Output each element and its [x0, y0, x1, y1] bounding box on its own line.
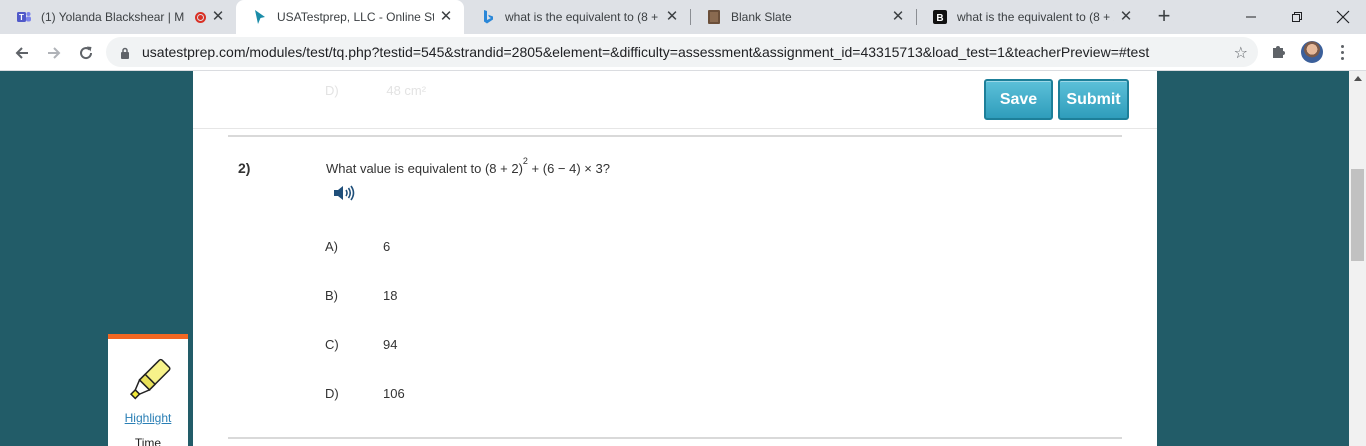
svg-text:B: B	[936, 13, 943, 24]
question-text-part: + (6 − 4) × 3?	[527, 161, 610, 176]
page-viewport: D) 48 cm² Save Submit 2) What value is e…	[0, 71, 1349, 446]
previous-answer-letter: D)	[325, 83, 339, 98]
recording-icon	[195, 11, 206, 23]
tab-teams[interactable]: T (1) Yolanda Blackshear | M ✕	[0, 0, 236, 34]
time-label: Time	[134, 436, 162, 446]
close-tab-icon[interactable]: ✕	[890, 9, 906, 25]
profile-avatar[interactable]	[1301, 41, 1323, 63]
tab-bing-search[interactable]: what is the equivalent to (8 + 2 ✕	[464, 0, 690, 34]
reload-icon[interactable]	[72, 39, 100, 67]
close-tab-icon[interactable]: ✕	[664, 9, 680, 25]
choice-letter: C)	[325, 337, 339, 352]
choice-value: 94	[383, 337, 398, 352]
question-number: 2)	[238, 160, 251, 176]
exponent: 2	[522, 156, 528, 166]
cursor-arrow-icon	[252, 9, 268, 25]
choice-letter: D)	[325, 386, 339, 401]
question-text-part: What value is equivalent to (8 + 2)	[326, 161, 523, 176]
vertical-scrollbar[interactable]	[1349, 71, 1366, 446]
tab-title: (1) Yolanda Blackshear | M	[41, 10, 185, 24]
tab-blank-slate[interactable]: Blank Slate ✕	[690, 0, 916, 34]
tab-title: USATestprep, LLC - Online Stat	[277, 10, 434, 24]
lock-icon[interactable]	[120, 46, 130, 64]
url-text[interactable]: usatestprep.com/modules/test/tq.php?test…	[142, 44, 1149, 60]
divider	[228, 437, 1122, 439]
restore-icon[interactable]	[1274, 0, 1320, 34]
choice-value: 6	[383, 239, 391, 254]
close-tab-icon[interactable]: ✕	[210, 9, 226, 25]
address-bar[interactable]: usatestprep.com/modules/test/tq.php?test…	[106, 37, 1258, 67]
previous-answer-value: 48 cm²	[386, 83, 427, 98]
choice-letter: A)	[325, 239, 338, 254]
scroll-thumb[interactable]	[1351, 169, 1364, 261]
test-content-panel: D) 48 cm² Save Submit 2) What value is e…	[193, 71, 1157, 446]
svg-text:T: T	[19, 13, 24, 22]
tab-brainly[interactable]: B what is the equivalent to (8 + 2 ✕	[916, 0, 1144, 34]
brainly-icon: B	[932, 9, 948, 25]
back-icon[interactable]	[8, 39, 36, 67]
tools-panel: Highlight Time	[108, 334, 188, 446]
close-tab-icon[interactable]: ✕	[1118, 9, 1134, 25]
previous-question-answer: D) 48 cm²	[325, 83, 426, 98]
browser-menu-icon[interactable]	[1334, 40, 1350, 64]
tab-usatestprep[interactable]: USATestprep, LLC - Online Stat ✕	[236, 0, 464, 34]
minimize-icon[interactable]	[1228, 0, 1274, 34]
divider	[228, 135, 1122, 137]
browser-tabstrip: T (1) Yolanda Blackshear | M ✕ USATestpr…	[0, 0, 1366, 34]
tab-title: Blank Slate	[731, 10, 792, 24]
forward-icon[interactable]	[40, 39, 68, 67]
blank-slate-icon	[706, 9, 722, 25]
bookmark-star-icon[interactable]: ☆	[1234, 43, 1248, 63]
save-button[interactable]: Save	[984, 79, 1053, 120]
tab-title: what is the equivalent to (8 + 2	[957, 10, 1114, 24]
speaker-icon[interactable]	[333, 184, 355, 207]
bing-icon	[480, 9, 496, 25]
extensions-puzzle-icon[interactable]	[1270, 42, 1288, 65]
tab-title: what is the equivalent to (8 + 2	[505, 10, 660, 24]
submit-button[interactable]: Submit	[1058, 79, 1129, 120]
question-text: What value is equivalent to (8 + 2)2 + (…	[326, 156, 610, 176]
new-tab-icon[interactable]: +	[1152, 5, 1176, 29]
choice-value: 106	[383, 386, 405, 401]
scroll-up-arrow-icon[interactable]	[1354, 76, 1362, 81]
browser-toolbar: usatestprep.com/modules/test/tq.php?test…	[0, 34, 1366, 71]
highlight-link[interactable]: Highlight	[108, 411, 188, 425]
choice-letter: B)	[325, 288, 338, 303]
teams-icon: T	[16, 9, 32, 25]
highlighter-icon[interactable]	[120, 352, 176, 413]
close-tab-icon[interactable]: ✕	[438, 9, 454, 25]
close-window-icon[interactable]	[1320, 0, 1366, 34]
choice-value: 18	[383, 288, 398, 303]
